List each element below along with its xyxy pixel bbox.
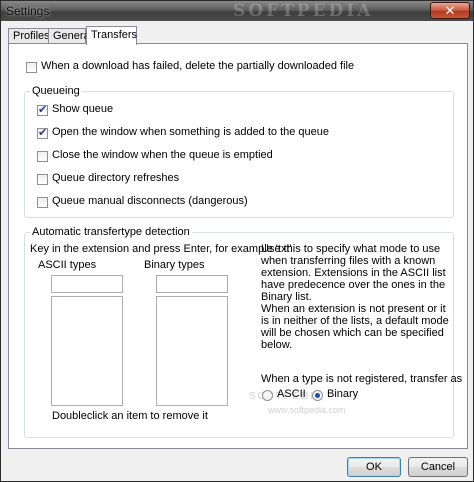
queueing-group: Queueing ✔ Show queue ✔ Open the window … xyxy=(24,85,454,218)
close-window-button[interactable]: ✕ xyxy=(430,2,470,19)
open-window-checkbox[interactable]: ✔ xyxy=(37,127,48,139)
checkmark-icon: ✔ xyxy=(38,104,48,116)
close-icon: ✕ xyxy=(444,3,456,18)
delete-failed-checkbox[interactable] xyxy=(26,62,37,73)
binary-radio-label: Binary xyxy=(327,388,359,400)
queue-directory-refreshes-checkbox[interactable] xyxy=(37,174,48,185)
binary-extension-input[interactable] xyxy=(156,275,228,293)
queue-manual-disconnects-label: Queue manual disconnects (dangerous) xyxy=(52,195,248,207)
tab-general[interactable]: General xyxy=(48,28,92,44)
description-paragraph-2: When an extension is not present or it i… xyxy=(261,303,449,351)
queue-directory-refreshes-label: Queue directory refreshes xyxy=(52,172,180,184)
transfertype-group-title: Automatic transfertype detection xyxy=(30,226,192,238)
ascii-types-list[interactable] xyxy=(51,296,123,406)
window-title: Settings xyxy=(6,4,50,18)
ascii-types-label: ASCII types xyxy=(38,259,97,271)
checkmark-icon: ✔ xyxy=(38,127,48,139)
ascii-radio-label: ASCII xyxy=(277,388,306,400)
softpedia-url-watermark: www.softpedia.com xyxy=(268,405,346,415)
tab-profiles[interactable]: Profiles xyxy=(8,28,50,44)
show-queue-checkbox[interactable]: ✔ xyxy=(37,104,48,116)
show-queue-label: Show queue xyxy=(52,103,114,115)
radio-selected-dot xyxy=(315,393,320,398)
ascii-extension-input[interactable] xyxy=(51,275,123,293)
description-paragraph-1: Use this to specify what mode to use whe… xyxy=(261,243,446,303)
binary-types-list[interactable] xyxy=(156,296,228,406)
transfers-panel: When a download has failed, delete the p… xyxy=(8,43,468,449)
binary-radio[interactable] xyxy=(312,390,323,401)
delete-failed-label: When a download has failed, delete the p… xyxy=(41,60,355,72)
transfertype-description: Use this to specify what mode to use whe… xyxy=(261,243,451,351)
queue-manual-disconnects-checkbox[interactable] xyxy=(37,197,48,208)
queueing-group-title: Queueing xyxy=(30,85,82,97)
extension-instruction: Key in the extension and press Enter, fo… xyxy=(30,243,292,255)
close-window-label: Close the window when the queue is empti… xyxy=(52,149,273,161)
cancel-button[interactable]: Cancel xyxy=(408,457,468,477)
ok-button[interactable]: OK xyxy=(347,457,401,477)
tab-transfers[interactable]: Transfers xyxy=(86,26,137,45)
close-window-checkbox[interactable] xyxy=(37,151,48,162)
ascii-radio[interactable] xyxy=(262,390,273,401)
transfertype-group: Automatic transfertype detection Key in … xyxy=(24,226,462,438)
binary-types-label: Binary types xyxy=(144,259,205,271)
settings-dialog: Settings SOFTPEDIA ✕ Profiles General Tr… xyxy=(0,0,474,482)
tab-transfers-label: Transfers xyxy=(91,29,138,41)
softpedia-watermark: SOFTPEDIA xyxy=(233,1,374,21)
title-bar[interactable]: Settings SOFTPEDIA ✕ xyxy=(1,1,473,21)
remove-item-hint: Doubleclick an item to remove it xyxy=(52,410,208,422)
tab-profiles-label: Profiles xyxy=(13,30,50,42)
open-window-label: Open the window when something is added … xyxy=(52,126,330,138)
default-mode-label: When a type is not registered, transfer … xyxy=(261,373,463,385)
